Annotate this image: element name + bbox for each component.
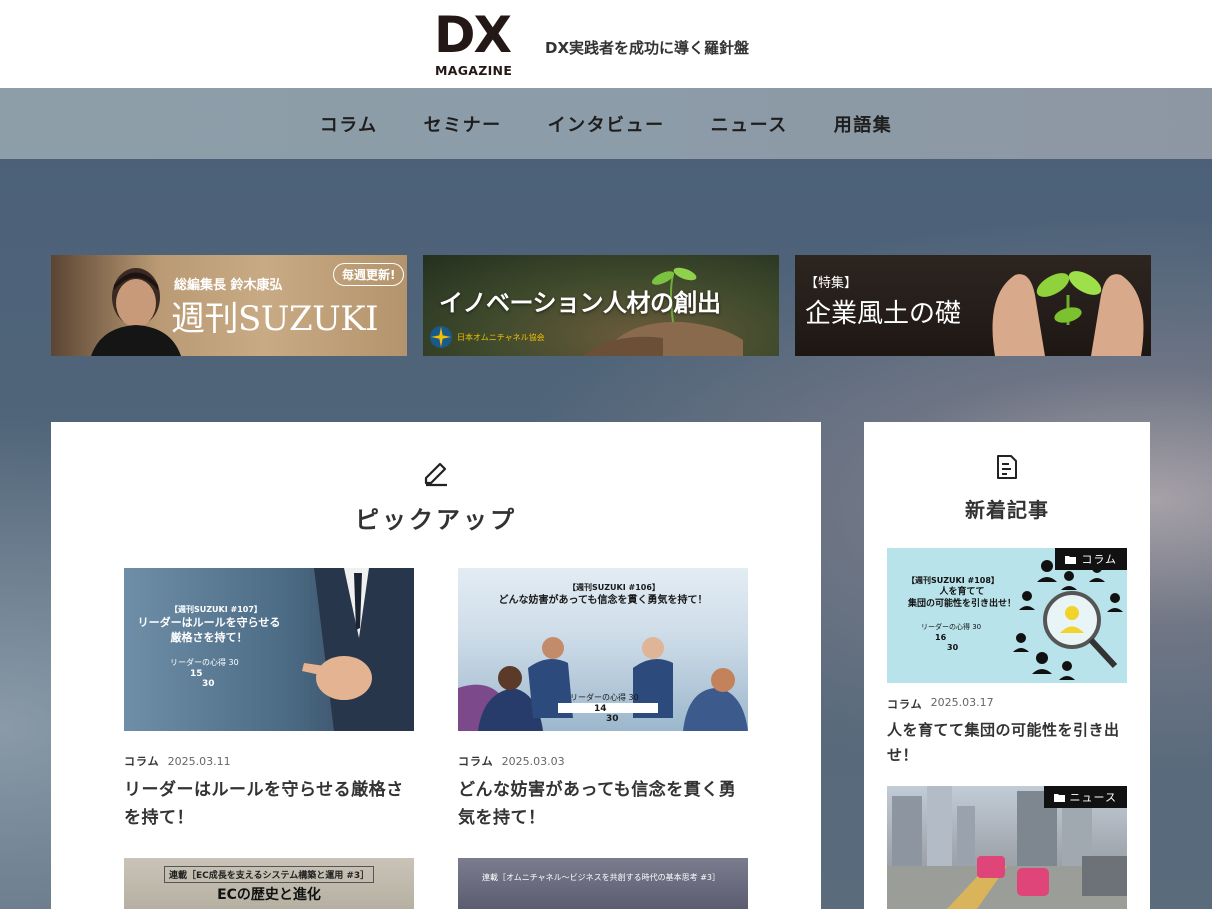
thumb-fraction-num: 15 — [190, 669, 203, 679]
article-thumbnail[interactable]: 【週刊SUZUKI #106】 どんな妨害があっても信念を貫く勇気を持て！ リー… — [458, 568, 748, 731]
thumb-series: リーダーの心得 30 — [570, 693, 639, 702]
article-thumbnail[interactable]: 【週刊SUZUKI #108】 人を育てて 集団の可能性を引き出せ！ リーダーの… — [887, 548, 1127, 683]
thumb-tag: 【週刊SUZUKI #108】 — [907, 576, 999, 585]
article-date: 2025.03.03 — [501, 754, 565, 768]
main-nav: コラム セミナー インタビュー ニュース 用語集 — [0, 88, 1212, 159]
pickup-card[interactable]: 【週刊SUZUKI #107】 リーダーはルールを守らせる 厳格さを持て！ リー… — [124, 568, 414, 832]
article-category[interactable]: コラム — [458, 753, 494, 769]
category-label[interactable]: コラム — [1055, 548, 1127, 570]
pickup-card[interactable]: 連載［EC成長を支えるシステム構築と運用 #3］ ECの歴史と進化 — [124, 858, 414, 909]
banner-corporate-culture[interactable]: 【特集】 企業風土の礎 — [795, 255, 1151, 356]
pickup-heading: ピックアップ — [355, 506, 517, 534]
thumb-title-line2: 厳格さを持て！ — [170, 631, 248, 644]
nav-item-seminar[interactable]: セミナー — [401, 111, 525, 137]
site-tagline: DX実践者を成功に導く羅針盤 — [545, 39, 750, 57]
category-label-text: ニュース — [1069, 791, 1117, 804]
thumb-series: リーダーの心得 30 — [921, 623, 982, 631]
article-date: 2025.03.11 — [167, 754, 231, 768]
pickup-card[interactable]: 連載［オムニチャネル〜ビジネスを共創する時代の基本思考 #3］ — [458, 858, 748, 909]
banner-weekly-suzuki[interactable]: 総編集長 鈴木康弘 毎週更新! 週刊SUZUKI — [51, 255, 407, 356]
latest-articles-section: 新着記事 【週刊SUZUKI #108】 人を育てて 集団の可能性を引き出せ！ … — [864, 422, 1150, 909]
logo-sub: MAGAZINE — [435, 63, 513, 78]
thumb-fraction-num: 16 — [935, 633, 947, 642]
association-logo-icon — [430, 326, 452, 348]
article-category[interactable]: コラム — [124, 753, 160, 769]
pickup-card[interactable]: 【週刊SUZUKI #106】 どんな妨害があっても信念を貫く勇気を持て！ リー… — [458, 568, 748, 832]
article-meta: コラム 2025.03.17 — [887, 696, 1127, 712]
document-icon — [997, 455, 1017, 479]
article-thumbnail[interactable]: 連載［EC成長を支えるシステム構築と運用 #3］ ECの歴史と進化 — [124, 858, 414, 909]
thumb-tag: 【週刊SUZUKI #107】 — [170, 605, 262, 614]
nav-item-news[interactable]: ニュース — [688, 111, 811, 137]
latest-heading: 新着記事 — [965, 498, 1049, 522]
nav-item-glossary[interactable]: 用語集 — [811, 111, 916, 137]
article-title[interactable]: 人を育てて集団の可能性を引き出せ！ — [887, 718, 1127, 768]
logo-main: DX — [434, 6, 512, 64]
banner-title: イノベーション人材の創出 — [439, 289, 721, 317]
thumb-tag: 【週刊SUZUKI #106】 — [568, 583, 660, 592]
thumb-tag: 連載［オムニチャネル〜ビジネスを共創する時代の基本思考 #3］ — [482, 873, 721, 882]
thumb-fraction-den: 30 — [947, 643, 959, 652]
thumb-title-line1: どんな妨害があっても信念を貫く勇気を持て！ — [498, 595, 708, 606]
latest-card[interactable]: 【週刊SUZUKI #108】 人を育てて 集団の可能性を引き出せ！ リーダーの… — [887, 548, 1127, 768]
pickup-section: ピックアップ 【週刊SUZUKI #107】 リーダーはルールを守らせる 厳格さ… — [51, 422, 821, 909]
thumb-fraction-den: 30 — [606, 714, 619, 724]
category-label[interactable]: ニュース — [1043, 786, 1127, 808]
article-meta: コラム 2025.03.11 — [124, 753, 414, 769]
thumb-title-line1: ECの歴史と進化 — [217, 887, 321, 903]
dx-magazine-logo[interactable]: DX MAGAZINE — [434, 10, 526, 80]
article-title[interactable]: リーダーはルールを守らせる厳格さを持て！ — [124, 776, 414, 832]
nav-item-column[interactable]: コラム — [297, 111, 401, 137]
nav-item-interview[interactable]: インタビュー — [525, 111, 688, 137]
category-label-text: コラム — [1081, 553, 1117, 566]
article-date: 2025.03.17 — [930, 696, 994, 709]
thumb-fraction-den: 30 — [202, 679, 215, 689]
folder-icon — [1065, 555, 1077, 564]
article-thumbnail[interactable]: 【週刊SUZUKI #107】 リーダーはルールを守らせる 厳格さを持て！ リー… — [124, 568, 414, 731]
banner-innovation[interactable]: イノベーション人材の創出 日本オムニチャネル協会 — [423, 255, 779, 356]
banner-tag: 【特集】 — [805, 276, 858, 291]
thumb-title-line1: リーダーはルールを守らせる — [137, 616, 281, 629]
article-title[interactable]: どんな妨害があっても信念を貫く勇気を持て！ — [458, 776, 748, 832]
thumb-tag: 連載［EC成長を支えるシステム構築と運用 #3］ — [164, 866, 375, 883]
businessman-pointing-image — [302, 568, 414, 731]
article-thumbnail[interactable]: ニュース — [887, 786, 1127, 909]
thumb-title-line1: 人を育てて — [939, 587, 985, 597]
site-header: DX MAGAZINE DX実践者を成功に導く羅針盤 — [0, 0, 1212, 88]
banner-title: 企業風土の礎 — [805, 299, 962, 329]
association-name: 日本オムニチャネル協会 — [457, 333, 545, 342]
seedling-hands-image — [992, 271, 1144, 356]
article-category[interactable]: コラム — [887, 696, 923, 712]
article-thumbnail[interactable]: 連載［オムニチャネル〜ビジネスを共創する時代の基本思考 #3］ — [458, 858, 748, 909]
banner-title: 週刊SUZUKI — [171, 299, 379, 339]
thumb-fraction-num: 14 — [594, 704, 607, 714]
latest-card[interactable]: ニュース — [887, 786, 1127, 909]
folder-icon — [1053, 793, 1065, 802]
thumb-series: リーダーの心得 30 — [170, 658, 239, 667]
thumb-title-line2: 集団の可能性を引き出せ！ — [907, 599, 1016, 609]
weekly-update-badge: 毎週更新! — [333, 263, 405, 286]
pencil-icon — [424, 462, 447, 487]
article-meta: コラム 2025.03.03 — [458, 753, 748, 769]
